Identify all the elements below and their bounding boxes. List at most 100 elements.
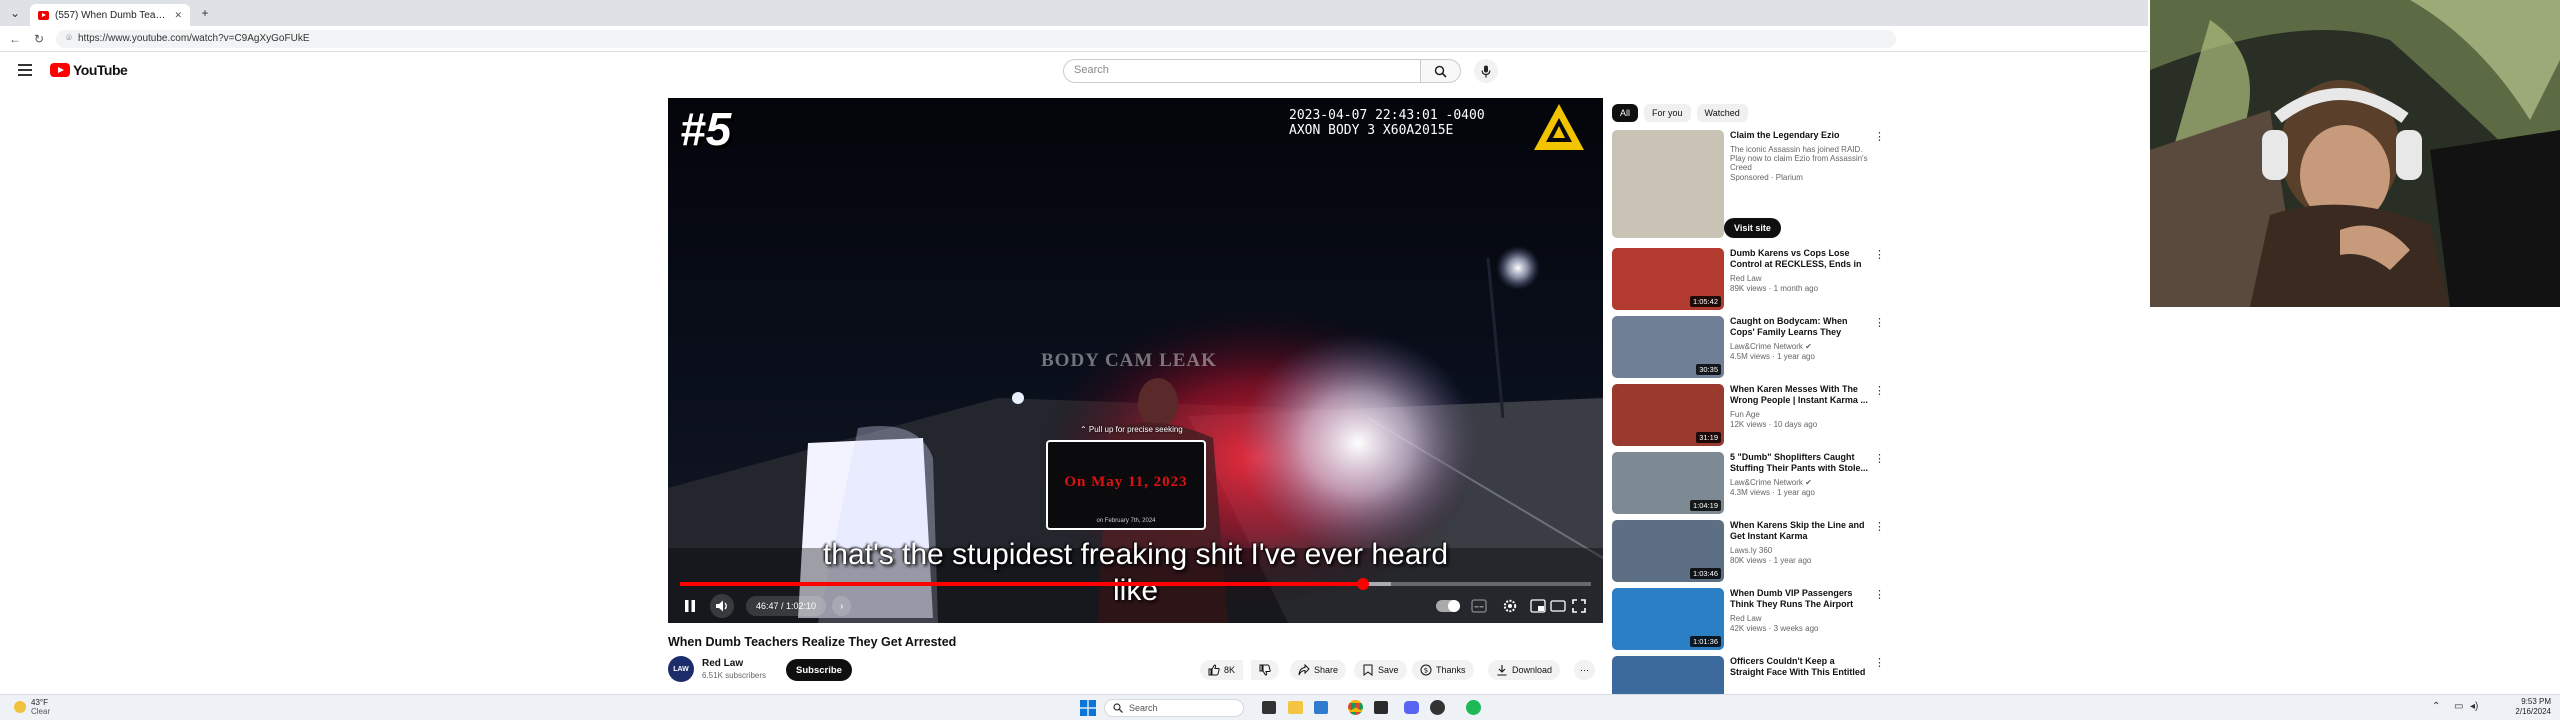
weather-widget[interactable]: 43°F Clear [14, 698, 50, 716]
chip-for-you[interactable]: For you [1644, 104, 1691, 122]
more-options-icon[interactable]: ⋮ [1874, 130, 1885, 143]
discord-icon[interactable] [1404, 701, 1419, 714]
video-thumbnail[interactable]: 1:01:36 [1612, 588, 1724, 650]
volume-button[interactable] [710, 594, 734, 618]
youtube-logo[interactable]: YouTube [50, 62, 128, 78]
reload-icon[interactable]: ↻ [32, 32, 46, 46]
video-thumbnail[interactable]: 31:19 [1612, 384, 1724, 446]
recommended-video[interactable]: Officers Couldn't Keep a Straight Face W… [1612, 656, 1885, 694]
more-options-icon[interactable]: ⋮ [1874, 520, 1885, 533]
back-icon[interactable]: ← [8, 32, 22, 46]
task-view-icon[interactable] [1262, 701, 1276, 714]
recommended-title[interactable]: When Karens Skip the Line and Get Instan… [1730, 520, 1870, 542]
more-options-icon[interactable]: ⋮ [1874, 248, 1885, 261]
autoplay-toggle[interactable] [1436, 600, 1460, 612]
recommended-video[interactable]: 1:04:19 5 "Dumb" Shoplifters Caught Stuff… [1612, 452, 1885, 516]
file-explorer-icon[interactable] [1288, 701, 1303, 714]
address-row: ← ↻ ⌾ https://www.youtube.com/watch?v=C9… [0, 26, 2148, 52]
progress-played [680, 582, 1364, 586]
recommended-video[interactable]: 30:35 Caught on Bodycam: When Cops' Famil… [1612, 316, 1885, 380]
recommended-video[interactable]: 1:05:42 Dumb Karens vs Cops Lose Control … [1612, 248, 1885, 312]
tab-list-chevron-icon[interactable]: ⌄ [6, 4, 24, 22]
progress-bar[interactable] [680, 578, 1591, 590]
weather-moon-icon [14, 701, 26, 713]
sponsored-label: Sponsored · Plarium [1730, 173, 1803, 182]
voice-search-button[interactable] [1474, 59, 1498, 83]
recommended-title[interactable]: Claim the Legendary Ezio [1730, 130, 1870, 141]
address-bar[interactable]: ⌾ https://www.youtube.com/watch?v=C9AgXy… [56, 29, 1896, 48]
more-options-icon[interactable]: ⋮ [1874, 384, 1885, 397]
tray-chevron-icon[interactable]: ⌃ [2432, 701, 2440, 712]
search-button[interactable] [1421, 59, 1461, 83]
spotify-icon[interactable] [1466, 700, 1481, 715]
site-info-icon[interactable]: ⌾ [66, 33, 72, 44]
channel-avatar[interactable]: LAW [668, 656, 694, 682]
recommended-title[interactable]: 5 "Dumb" Shoplifters Caught Stuffing The… [1730, 452, 1870, 474]
clock[interactable]: 9:53 PM 2/16/2024 [2505, 697, 2551, 717]
close-tab-icon[interactable]: ✕ [174, 10, 182, 21]
like-count: 8K [1224, 665, 1236, 675]
share-button[interactable]: Share [1290, 660, 1347, 680]
theater-mode-icon[interactable] [1550, 600, 1566, 612]
chapter-button[interactable]: › [832, 596, 852, 616]
recommended-video[interactable]: 31:19 When Karen Messes With The Wrong Pe… [1612, 384, 1885, 448]
thanks-button[interactable]: $ Thanks [1412, 660, 1474, 680]
save-playlist-icon [1363, 664, 1373, 676]
save-button[interactable]: Save [1354, 660, 1407, 680]
video-thumbnail[interactable]: 30:35 [1612, 316, 1724, 378]
download-button[interactable]: Download [1488, 660, 1561, 680]
recommended-title[interactable]: Caught on Bodycam: When Cops' Family Lea… [1730, 316, 1870, 338]
chip-watched[interactable]: Watched [1696, 104, 1748, 122]
photos-icon[interactable] [1314, 701, 1328, 714]
video-player[interactable]: #5 2023-04-07 22:43:01 -0400 AXON BODY 3… [668, 98, 1603, 623]
search-input[interactable]: Search [1063, 59, 1421, 83]
recommended-channel: Laws.ly 360 [1730, 546, 1773, 555]
fullscreen-icon[interactable] [1572, 599, 1586, 613]
recommended-title[interactable]: Dumb Karens vs Cops Lose Control at RECK… [1730, 248, 1870, 270]
windows-start-icon[interactable] [1080, 700, 1096, 716]
pause-icon[interactable] [682, 598, 698, 614]
obs-icon[interactable] [1430, 700, 1445, 715]
video-thumbnail[interactable]: 1:05:42 [1612, 248, 1724, 310]
new-tab-button[interactable]: + [196, 4, 214, 22]
chip-all[interactable]: All [1612, 104, 1639, 122]
terminal-icon[interactable] [1374, 701, 1388, 714]
video-thumbnail[interactable] [1612, 130, 1724, 238]
hamburger-menu-icon[interactable] [18, 64, 32, 76]
like-button[interactable]: 8K [1200, 660, 1244, 680]
video-thumbnail[interactable]: 1:03:46 [1612, 520, 1724, 582]
recommended-views: 80K views · 1 year ago [1730, 556, 1812, 565]
more-options-icon[interactable]: ⋮ [1874, 656, 1885, 669]
settings-gear-icon[interactable] [1502, 598, 1518, 614]
more-options-icon[interactable]: ⋮ [1874, 316, 1885, 329]
video-meta: Dumb Karens vs Cops Lose Control at RECK… [1730, 248, 1870, 293]
dislike-button[interactable] [1251, 660, 1279, 680]
video-meta: Claim the Legendary Ezio The iconic Assas… [1724, 130, 1870, 238]
taskbar-search[interactable]: Search [1104, 699, 1244, 717]
more-actions-button[interactable]: ⋯ [1574, 660, 1595, 680]
recommended-title[interactable]: Officers Couldn't Keep a Straight Face W… [1730, 656, 1870, 678]
video-thumbnail[interactable] [1612, 656, 1724, 694]
more-options-icon[interactable]: ⋮ [1874, 588, 1885, 601]
subscribe-button[interactable]: Subscribe [786, 659, 852, 681]
recommended-title[interactable]: When Karen Messes With The Wrong People … [1730, 384, 1870, 406]
recommended-title[interactable]: When Dumb VIP Passengers Think They Runs… [1730, 588, 1870, 610]
visit-site-button[interactable]: Visit site [1724, 218, 1781, 238]
video-duration: 1:03:46 [1689, 568, 1721, 579]
more-options-icon[interactable]: ⋮ [1874, 452, 1885, 465]
network-icon[interactable]: ▭ [2454, 701, 2463, 712]
miniplayer-icon[interactable] [1530, 599, 1546, 613]
video-meta: 5 "Dumb" Shoplifters Caught Stuffing The… [1730, 452, 1870, 497]
subtitles-icon[interactable] [1471, 599, 1487, 613]
sponsored-ad-item[interactable]: Claim the Legendary Ezio The iconic Assas… [1612, 130, 1885, 242]
recommended-views: 4.5M views · 1 year ago [1730, 352, 1815, 361]
video-thumbnail[interactable]: 1:04:19 [1612, 452, 1724, 514]
bodycam-device: AXON BODY 3 X60A2015E [1289, 123, 1454, 138]
active-tab[interactable]: (557) When Dumb Teachers R ✕ [30, 4, 190, 26]
recommended-video[interactable]: 1:03:46 When Karens Skip the Line and Get… [1612, 520, 1885, 584]
recommended-video[interactable]: 1:01:36 When Dumb VIP Passengers Think Th… [1612, 588, 1885, 652]
channel-name[interactable]: Red Law [702, 658, 743, 669]
speaker-icon[interactable]: ◂) [2470, 701, 2478, 712]
tab-bar: ⌄ (557) When Dumb Teachers R ✕ + [0, 0, 2148, 26]
chrome-icon[interactable] [1348, 700, 1363, 715]
